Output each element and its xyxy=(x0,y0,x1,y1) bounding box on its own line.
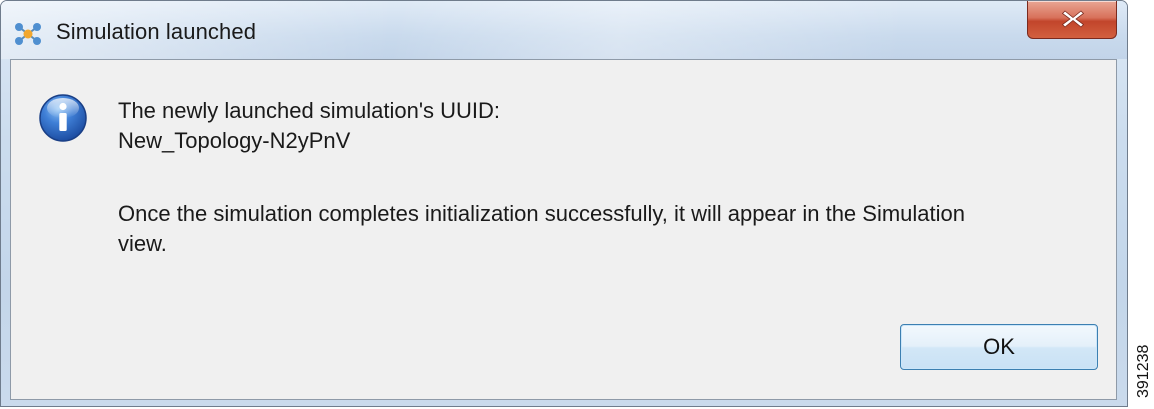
network-topology-icon xyxy=(13,21,43,47)
uuid-label: The newly launched simulation's UUID: xyxy=(118,98,501,123)
title-bar[interactable]: Simulation launched xyxy=(1,1,1127,59)
window-title: Simulation launched xyxy=(56,19,257,44)
ok-button[interactable]: OK xyxy=(900,324,1098,370)
info-message-line: view. xyxy=(118,231,167,256)
uuid-value: New_Topology-N2yPnV xyxy=(118,128,351,153)
close-icon xyxy=(1061,10,1085,28)
dialog-content: The newly launched simulation's UUID: Ne… xyxy=(10,59,1117,400)
info-message-line: Once the simulation completes initializa… xyxy=(118,201,965,226)
dialog-window: Simulation launched The newly launched s… xyxy=(0,0,1128,407)
figure-id-label: 391238 xyxy=(1135,344,1152,398)
close-button[interactable] xyxy=(1027,1,1117,39)
info-icon xyxy=(38,93,88,143)
